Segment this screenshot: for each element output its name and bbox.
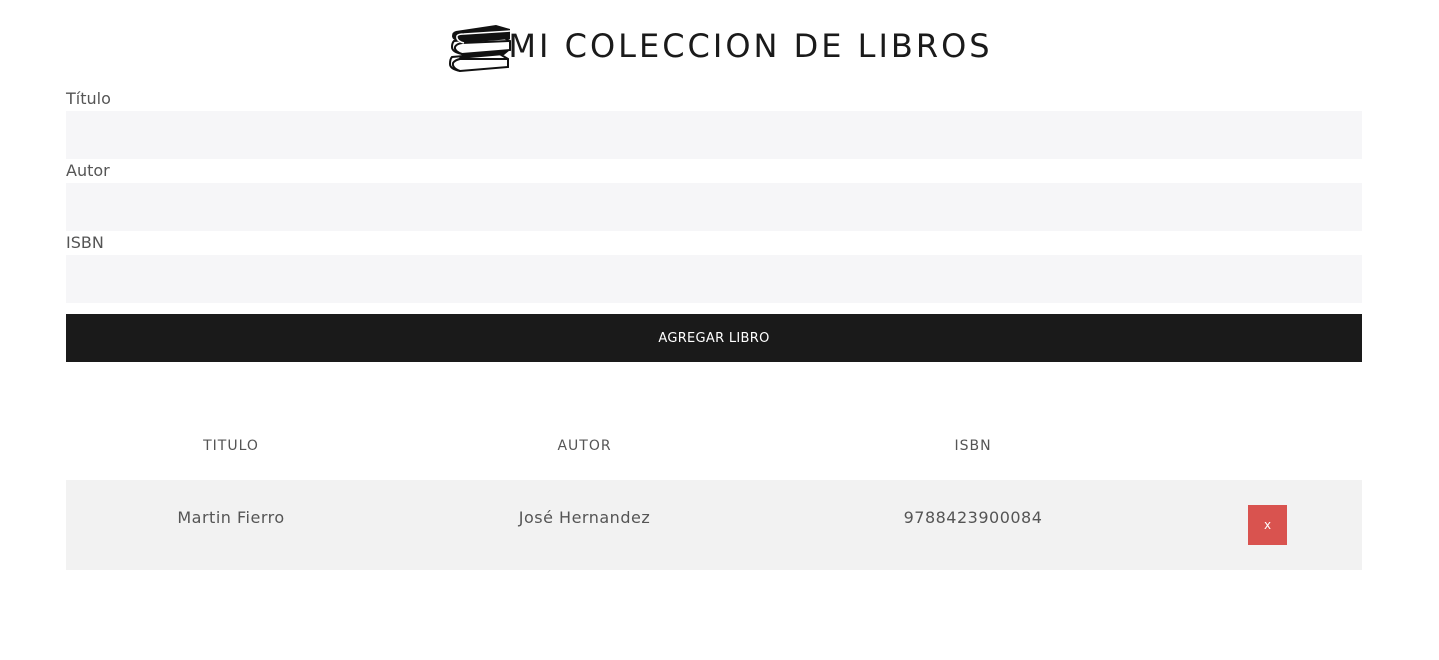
isbn-field-label: ISBN (66, 233, 104, 252)
delete-book-button[interactable]: x (1248, 505, 1287, 545)
column-header-title: TITULO (203, 438, 259, 454)
title-input[interactable] (66, 111, 1362, 159)
column-header-actions (1173, 412, 1362, 480)
isbn-input[interactable] (66, 255, 1362, 303)
book-list-table: TITULO AUTOR ISBN Martin Fierro José Her… (66, 412, 1362, 570)
book-author-cell: José Hernandez (396, 480, 773, 570)
author-field-label: Autor (66, 161, 110, 180)
table-header-row: TITULO AUTOR ISBN (66, 412, 1362, 480)
page-header: MI COLECCION DE LIBROS (0, 18, 1439, 74)
book-actions-cell: x (1173, 480, 1362, 570)
title-field-label: Título (66, 89, 111, 108)
author-input[interactable] (66, 183, 1362, 231)
book-title-cell: Martin Fierro (66, 480, 396, 570)
books-stack-icon (449, 25, 512, 73)
add-book-button[interactable]: AGREGAR LIBRO (66, 314, 1362, 362)
table-row: Martin Fierro José Hernandez 97884239000… (66, 480, 1362, 570)
column-header-isbn: ISBN (954, 438, 992, 454)
page-title: MI COLECCION DE LIBROS (508, 27, 993, 65)
page: MI COLECCION DE LIBROS Título Autor ISBN… (0, 0, 1439, 660)
book-isbn-cell: 9788423900084 (773, 480, 1173, 570)
add-book-form: Título Autor ISBN AGREGAR LIBRO (66, 89, 1362, 362)
header-inner: MI COLECCION DE LIBROS (446, 19, 992, 73)
column-header-author: AUTOR (557, 438, 612, 454)
